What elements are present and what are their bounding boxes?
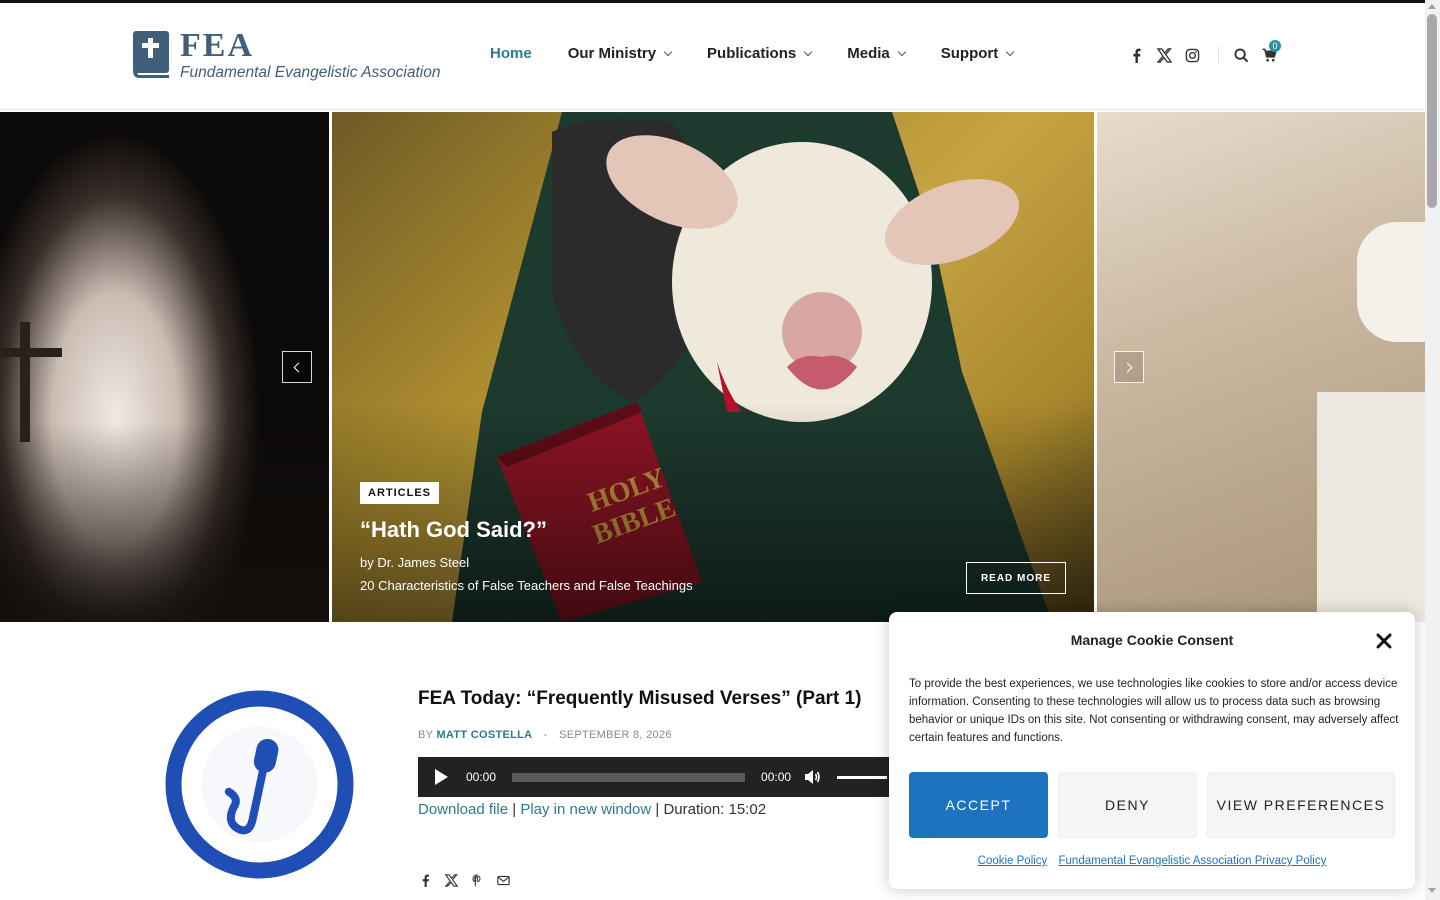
audio-links: Download file | Play in new window | Dur… bbox=[418, 801, 766, 818]
cookie-consent-dialog: Manage Cookie Consent To provide the bes… bbox=[889, 612, 1415, 889]
volume-slider[interactable] bbox=[837, 775, 888, 779]
slide-author: by Dr. James Steel bbox=[360, 555, 470, 570]
nav-media-label: Media bbox=[847, 45, 890, 62]
logo-title: FEA bbox=[180, 27, 254, 64]
accept-button[interactable]: ACCEPT bbox=[909, 772, 1048, 838]
header-divider bbox=[1218, 47, 1219, 63]
view-preferences-button[interactable]: VIEW PREFERENCES bbox=[1207, 772, 1395, 838]
privacy-policy-link[interactable]: Fundamental Evangelistic Association Pri… bbox=[1059, 855, 1327, 867]
audio-player: 00:00 00:00 bbox=[418, 757, 890, 797]
nav-our-ministry[interactable]: Our Ministry bbox=[567, 45, 673, 62]
current-time: 00:00 bbox=[466, 770, 497, 784]
slide-previous[interactable] bbox=[0, 112, 329, 622]
nav-media[interactable]: Media bbox=[847, 45, 906, 62]
scroll-down-icon[interactable] bbox=[1428, 888, 1436, 893]
bible-book-icon bbox=[133, 31, 169, 78]
cart-count-badge: 0 bbox=[1269, 40, 1281, 52]
header-actions: 0 bbox=[1128, 40, 1289, 63]
link-separator: | bbox=[512, 801, 517, 818]
by-label: BY bbox=[418, 729, 434, 741]
nav-publications-label: Publications bbox=[707, 45, 797, 62]
x-icon[interactable] bbox=[1156, 47, 1172, 63]
progress-bar[interactable] bbox=[512, 772, 746, 782]
duration-time: 00:00 bbox=[761, 770, 792, 784]
cookie-policy-link[interactable]: Cookie Policy bbox=[978, 855, 1048, 867]
chevron-left-icon bbox=[293, 362, 304, 372]
chevron-down-icon bbox=[803, 47, 813, 56]
slider-next-button[interactable] bbox=[1114, 351, 1144, 383]
page-scrollbar[interactable] bbox=[1425, 0, 1440, 900]
share-pinterest-icon[interactable] bbox=[470, 873, 484, 887]
post-author-link[interactable]: MATT COSTELLA bbox=[436, 729, 532, 741]
search-icon[interactable] bbox=[1233, 47, 1249, 63]
nav-our-ministry-label: Our Ministry bbox=[567, 45, 657, 62]
instagram-icon[interactable] bbox=[1184, 47, 1200, 63]
chevron-down-icon bbox=[897, 47, 906, 56]
download-file-link[interactable]: Download file bbox=[418, 801, 508, 818]
post-title[interactable]: FEA Today: “Frequently Misused Verses” (… bbox=[418, 688, 861, 710]
cookie-description: To provide the best experiences, we use … bbox=[909, 678, 1399, 744]
link-separator: | bbox=[655, 801, 660, 818]
nav-support[interactable]: Support bbox=[940, 45, 1015, 62]
slide-excerpt: 20 Characteristics of False Teachers and… bbox=[360, 578, 693, 593]
coffee-cup-image bbox=[1357, 222, 1425, 342]
slide-title[interactable]: “Hath God Said?” bbox=[360, 517, 547, 543]
slider-prev-button[interactable] bbox=[282, 351, 312, 383]
slide-previous-shade bbox=[0, 422, 329, 622]
post-meta: BY MATT COSTELLA - SEPTEMBER 8, 2026 bbox=[418, 729, 672, 741]
post-date: SEPTEMBER 8, 2026 bbox=[559, 729, 672, 741]
volume-icon[interactable] bbox=[803, 768, 821, 786]
nav-home-label: Home bbox=[490, 45, 532, 62]
slide-current[interactable]: HOLY BIBLE bbox=[332, 112, 1094, 622]
share-x-icon[interactable] bbox=[444, 873, 458, 887]
share-buttons bbox=[418, 873, 522, 887]
main-nav: Home Our Ministry Publications Media Sup… bbox=[490, 45, 1049, 62]
cookie-links: Cookie Policy Fundamental Evangelistic A… bbox=[889, 855, 1415, 867]
cookie-title: Manage Cookie Consent bbox=[1070, 632, 1234, 648]
duration-label: Duration: 15:02 bbox=[663, 801, 767, 818]
scroll-thumb[interactable] bbox=[1427, 14, 1437, 208]
chevron-down-icon bbox=[1006, 47, 1015, 56]
deny-button[interactable]: DENY bbox=[1058, 772, 1197, 838]
slide-next[interactable] bbox=[1097, 112, 1425, 622]
site-header: FEA Fundamental Evangelistic Association… bbox=[0, 3, 1425, 110]
play-button[interactable] bbox=[435, 769, 448, 785]
nav-support-label: Support bbox=[940, 45, 999, 62]
slide-category-badge[interactable]: ARTICLES bbox=[360, 482, 439, 504]
chevron-down-icon bbox=[663, 47, 673, 56]
site-logo[interactable]: FEA Fundamental Evangelistic Association bbox=[131, 27, 440, 83]
read-more-button[interactable]: READ MORE bbox=[966, 562, 1066, 594]
featured-slider: HOLY BIBLE ARTICLES “Hath God Said?” by … bbox=[0, 112, 1425, 622]
cart-icon[interactable]: 0 bbox=[1261, 40, 1281, 63]
share-facebook-icon[interactable] bbox=[418, 873, 432, 887]
paper-image bbox=[1317, 392, 1425, 622]
meta-separator: - bbox=[543, 729, 548, 741]
share-email-icon[interactable] bbox=[496, 873, 510, 887]
close-icon[interactable] bbox=[1375, 632, 1393, 650]
nav-home[interactable]: Home bbox=[490, 45, 532, 62]
facebook-icon[interactable] bbox=[1128, 47, 1144, 63]
play-new-window-link[interactable]: Play in new window bbox=[520, 801, 651, 818]
nav-publications[interactable]: Publications bbox=[707, 45, 813, 62]
chevron-right-icon bbox=[1122, 362, 1133, 372]
scroll-up-icon[interactable] bbox=[1428, 4, 1436, 9]
podcast-microphone-logo[interactable] bbox=[165, 690, 354, 879]
logo-subtitle: Fundamental Evangelistic Association bbox=[180, 64, 441, 81]
